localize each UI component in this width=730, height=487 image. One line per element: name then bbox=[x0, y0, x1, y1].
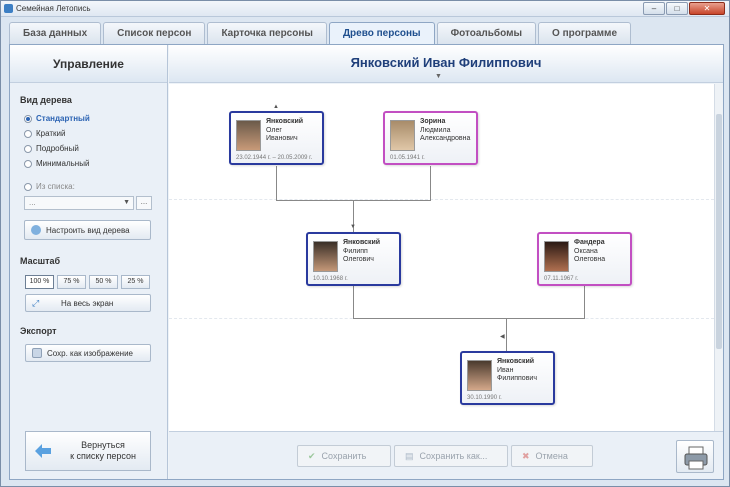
scrollbar-thumb[interactable] bbox=[716, 114, 722, 349]
tree-list-browse-button[interactable]: ... bbox=[136, 196, 152, 210]
connector-line bbox=[584, 285, 585, 319]
chevron-down-icon[interactable]: ▼ bbox=[435, 73, 442, 80]
radio-icon bbox=[24, 129, 32, 138]
export-title: Экспорт bbox=[20, 326, 57, 336]
printer-icon bbox=[684, 446, 708, 470]
tree-panel: Управление Вид дерева Стандартный Кратки… bbox=[9, 44, 724, 480]
window-title: Семейная Летопись bbox=[16, 4, 91, 13]
tree-type-standard[interactable]: Стандартный bbox=[24, 114, 90, 123]
scale-25-button[interactable]: 25 % bbox=[121, 275, 150, 289]
person-card-mother[interactable]: Фандера Оксана Олеговна 07.11.1967 г. bbox=[537, 232, 632, 286]
control-panel: Управление Вид дерева Стандартный Кратки… bbox=[10, 45, 168, 479]
chevron-down-icon: ▼ bbox=[123, 199, 130, 206]
app-window: Семейная Летопись – □ ✕ База данных Спис… bbox=[0, 0, 730, 487]
connector-line bbox=[506, 318, 507, 351]
tab-about[interactable]: О программе bbox=[538, 22, 632, 44]
tree-view-title: Вид дерева bbox=[20, 95, 72, 105]
tree-type-minimal[interactable]: Минимальный bbox=[24, 159, 89, 168]
vertical-scrollbar[interactable] bbox=[714, 84, 723, 431]
radio-icon bbox=[24, 114, 32, 123]
person-photo bbox=[390, 120, 415, 151]
person-card-grandmother[interactable]: Зорина Людмила Александровна 01.05.1941 … bbox=[383, 111, 478, 165]
expand-up-icon[interactable]: ▲ bbox=[273, 104, 279, 110]
tree-canvas[interactable]: ▲ ▼ ◀ Янковский Олег Иванович 23.02.1944… bbox=[169, 84, 714, 431]
connector-line bbox=[353, 285, 354, 319]
back-to-list-button[interactable]: Вернуться к списку персон bbox=[25, 431, 151, 471]
person-photo bbox=[313, 241, 338, 272]
expand-left-icon[interactable]: ◀ bbox=[500, 333, 505, 340]
configure-tree-button[interactable]: Настроить вид дерева bbox=[24, 220, 151, 240]
tree-type-detailed[interactable]: Подробный bbox=[24, 144, 79, 153]
person-title: Янковский Иван Филиппович bbox=[350, 55, 542, 70]
scale-100-button[interactable]: 100 % bbox=[25, 275, 54, 289]
connector-line bbox=[276, 166, 277, 201]
save-as-image-button[interactable]: Сохр. как изображение bbox=[25, 344, 151, 362]
minimize-button[interactable]: – bbox=[643, 2, 665, 15]
person-photo bbox=[544, 241, 569, 272]
radio-icon bbox=[24, 159, 32, 168]
person-card-father[interactable]: Янковский Филипп Олегович 10.10.1968 г. bbox=[306, 232, 401, 286]
person-photo bbox=[236, 120, 261, 151]
print-button[interactable] bbox=[676, 440, 714, 473]
person-card-selected[interactable]: Янковский Иван Филиппович 30.10.1990 г. bbox=[460, 351, 555, 405]
action-bar: ✔ Сохранить ▤ Сохранить как... ✖ Отмена bbox=[169, 431, 723, 479]
close-icon: ✖ bbox=[522, 450, 530, 461]
control-panel-title: Управление bbox=[10, 45, 167, 83]
tree-area: Янковский Иван Филиппович ▼ ▲ ▼ ◀ Янковс… bbox=[169, 45, 723, 479]
save-button[interactable]: ✔ Сохранить bbox=[297, 445, 391, 467]
main-tabs: База данных Список персон Карточка персо… bbox=[9, 22, 633, 45]
tree-type-short[interactable]: Краткий bbox=[24, 129, 65, 138]
person-photo bbox=[467, 360, 492, 391]
tab-person-list[interactable]: Список персон bbox=[103, 22, 206, 44]
tree-type-from-list[interactable]: Из списка: bbox=[24, 182, 75, 191]
expand-down-icon[interactable]: ▼ bbox=[350, 224, 356, 230]
tab-photo-albums[interactable]: Фотоальбомы bbox=[436, 22, 537, 44]
fullscreen-icon: ⤢ bbox=[32, 298, 40, 308]
radio-icon bbox=[24, 144, 32, 153]
tree-header: Янковский Иван Филиппович ▼ bbox=[169, 45, 723, 83]
save-as-icon: ▤ bbox=[405, 450, 414, 461]
tree-list-select[interactable]: ... ▼ bbox=[24, 196, 134, 210]
check-icon: ✔ bbox=[308, 450, 316, 461]
arrow-left-icon bbox=[35, 444, 51, 458]
connector-line bbox=[430, 166, 431, 201]
scale-title: Масштаб bbox=[20, 256, 61, 266]
scale-50-button[interactable]: 50 % bbox=[89, 275, 118, 289]
fullscreen-button[interactable]: ⤢ На весь экран bbox=[25, 294, 151, 312]
cancel-button[interactable]: ✖ Отмена bbox=[511, 445, 593, 467]
save-as-button[interactable]: ▤ Сохранить как... bbox=[394, 445, 508, 467]
image-icon bbox=[32, 348, 42, 358]
close-button[interactable]: ✕ bbox=[689, 2, 725, 15]
settings-icon bbox=[31, 225, 41, 235]
tab-person-card[interactable]: Карточка персоны bbox=[207, 22, 327, 44]
generation-divider bbox=[169, 199, 714, 200]
title-bar: Семейная Летопись – □ ✕ bbox=[1, 1, 729, 17]
maximize-button[interactable]: □ bbox=[666, 2, 688, 15]
person-card-grandfather[interactable]: Янковский Олег Иванович 23.02.1944 г. – … bbox=[229, 111, 324, 165]
scale-75-button[interactable]: 75 % bbox=[57, 275, 86, 289]
connector-line bbox=[353, 318, 585, 319]
tab-person-tree[interactable]: Древо персоны bbox=[328, 22, 435, 45]
tab-database[interactable]: База данных bbox=[9, 22, 102, 44]
radio-icon bbox=[24, 182, 32, 191]
app-icon bbox=[4, 4, 13, 13]
